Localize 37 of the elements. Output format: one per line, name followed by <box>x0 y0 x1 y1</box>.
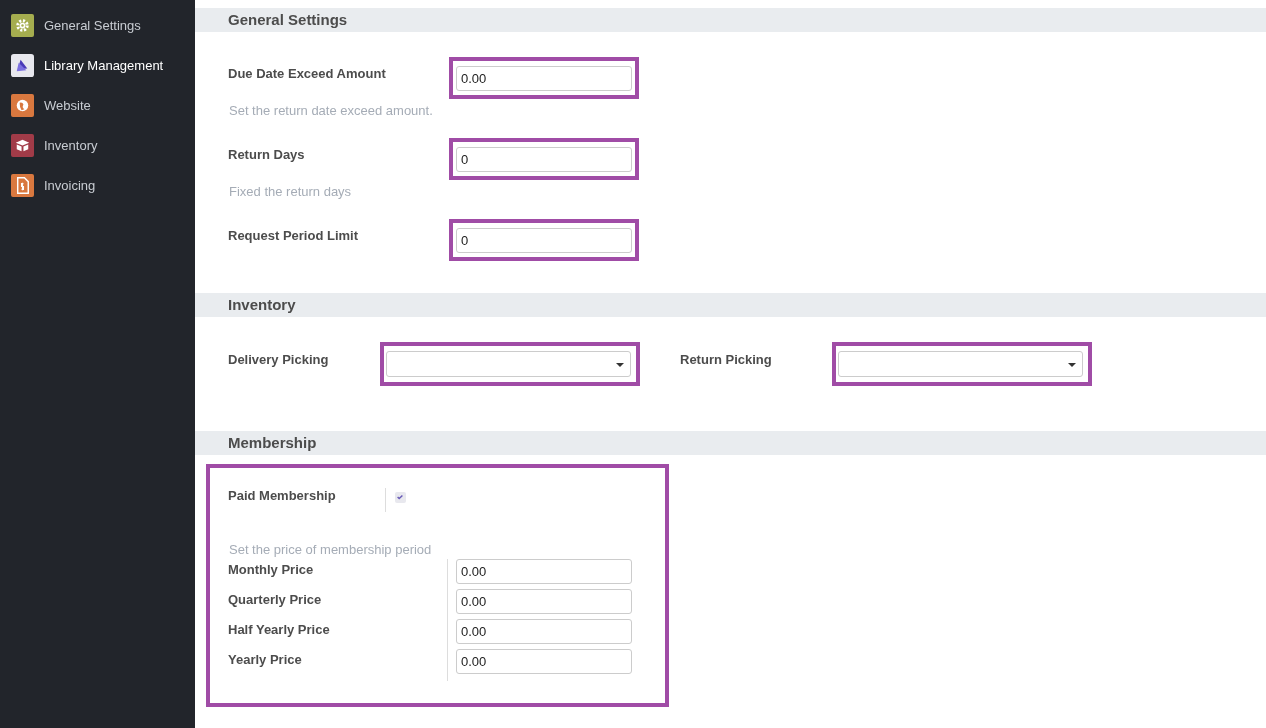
input-field[interactable]: 0.00 <box>456 589 632 614</box>
input-field[interactable]: 0 <box>456 228 632 253</box>
field-label: Paid Membership <box>228 487 336 503</box>
gear-icon <box>11 13 34 37</box>
input-field[interactable]: 0.00 <box>456 619 632 644</box>
dropdown-field[interactable] <box>838 351 1083 377</box>
checkbox[interactable] <box>394 491 406 503</box>
checkmark-icon <box>396 493 405 501</box>
sidebar-item[interactable]: General Settings <box>11 13 195 37</box>
field-label: Due Date Exceed Amount <box>228 65 387 81</box>
help-text: Set the return date exceed amount. <box>229 103 434 118</box>
caret-icon <box>616 363 624 367</box>
sidebar-item[interactable]: Inventory <box>11 133 195 157</box>
input-field[interactable]: 0.00 <box>456 649 632 674</box>
field-label: Request Period Limit <box>228 227 360 243</box>
field-label: Return Days <box>228 146 306 162</box>
input-field[interactable]: 0.00 <box>456 66 632 91</box>
help-text: Fixed the return days <box>229 184 353 199</box>
field-label: Monthly Price <box>228 561 315 579</box>
sidebar-item[interactable]: Invoicing <box>11 173 195 197</box>
sidebar-item[interactable]: Library Management <box>11 53 195 77</box>
sidebar-item[interactable]: Website <box>11 93 195 117</box>
section-header: Inventory <box>195 293 1266 317</box>
field-label: Delivery Picking <box>228 351 330 367</box>
input-field[interactable]: 0.00 <box>456 559 632 584</box>
section-header: Membership <box>195 431 1266 455</box>
document-icon <box>11 173 34 197</box>
dropdown-field[interactable] <box>386 351 631 377</box>
caret-icon <box>1068 363 1076 367</box>
field-label: Half Yearly Price <box>228 621 331 639</box>
field-label: Quarterly Price <box>228 591 323 609</box>
input-field[interactable]: 0 <box>456 147 632 172</box>
field-label: Return Picking <box>680 351 773 367</box>
section-header: General Settings <box>195 8 1266 32</box>
box-icon <box>11 133 34 157</box>
field-label: Yearly Price <box>228 651 303 669</box>
help-text: Set the price of membership period <box>229 542 433 557</box>
